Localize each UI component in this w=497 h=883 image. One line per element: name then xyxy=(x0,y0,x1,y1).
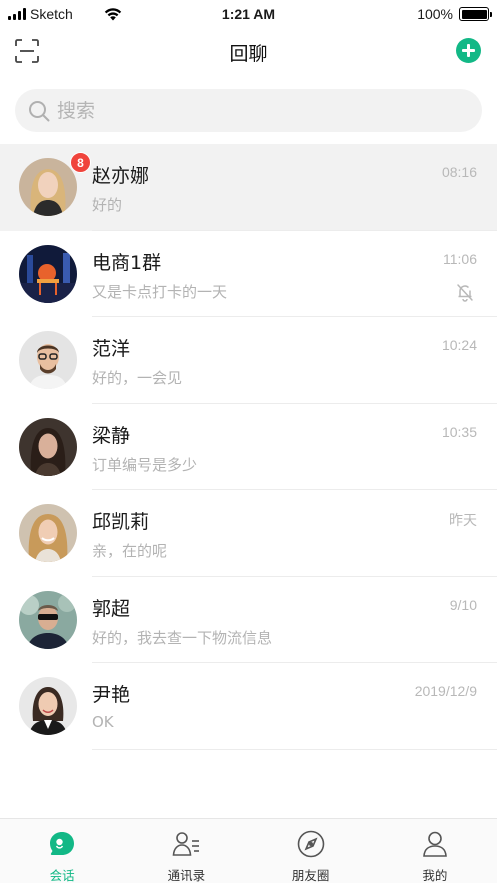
chat-item[interactable]: 邱凯莉 亲，在的呢 昨天 xyxy=(0,490,497,577)
chat-time: 11:06 xyxy=(443,250,477,267)
chat-last-message: 好的 xyxy=(92,196,123,214)
chat-time: 9/10 xyxy=(449,596,477,613)
chat-time: 08:16 xyxy=(441,164,477,180)
chat-last-message: 订单编号是多少 xyxy=(92,455,198,474)
status-bar: Sketch 1:21 AM 100% xyxy=(0,0,497,28)
plus-circle-icon[interactable] xyxy=(456,38,481,63)
chat-name: 范洋 xyxy=(92,338,131,360)
search-input[interactable] xyxy=(57,89,457,132)
mute-bell-icon xyxy=(457,283,473,302)
tab-label: 朋友圈 xyxy=(291,868,330,883)
contacts-icon xyxy=(173,832,200,856)
chat-item[interactable]: 范洋 好的，一会见 10:24 xyxy=(0,317,497,404)
avatar xyxy=(19,331,77,389)
chat-item[interactable]: 郭超 好的，我去查一下物流信息 9/10 xyxy=(0,577,497,663)
chat-name: 邱凯莉 xyxy=(92,511,150,533)
battery-fill xyxy=(461,9,487,19)
chat-last-message: 又是卡点打卡的一天 xyxy=(92,282,228,301)
chat-name: 郭超 xyxy=(92,597,131,620)
unread-badge: 8 xyxy=(70,152,91,173)
chat-last-message: OK xyxy=(92,713,114,731)
avatar xyxy=(19,244,77,303)
chat-time: 昨天 xyxy=(449,512,477,528)
battery-icon xyxy=(459,7,492,21)
chat-item[interactable]: 电商1群 又是卡点打卡的一天 11:06 xyxy=(0,231,497,317)
chat-item[interactable]: 梁静 订单编号是多少 10:35 xyxy=(0,404,497,490)
avatar xyxy=(19,417,77,476)
tab-label: 会话 xyxy=(49,868,75,883)
chat-list: 8 赵亦娜 好的 08:16 电商1群 又是卡点打卡的一天 11:06 范洋 好… xyxy=(0,144,497,750)
chat-last-message: 好的，我去查一下物流信息 xyxy=(92,628,273,647)
status-right: 100% xyxy=(417,5,492,23)
chat-time: 10:35 xyxy=(441,423,477,440)
tab-moments[interactable]: 朋友圈 xyxy=(249,819,373,883)
tab-contacts[interactable]: 通讯录 xyxy=(124,819,248,883)
chat-name: 梁静 xyxy=(92,424,131,447)
tab-label: 我的 xyxy=(422,868,448,883)
chat-item[interactable]: 8 赵亦娜 好的 08:16 xyxy=(0,144,497,231)
avatar xyxy=(19,504,77,562)
chat-last-message: 好的，一会见 xyxy=(92,369,183,387)
battery-percentage: 100% xyxy=(417,6,453,22)
tab-bar: 会话 通讯录 朋友圈 我的 xyxy=(0,818,497,883)
tab-chats[interactable]: 会话 xyxy=(0,819,124,883)
chat-bubble-icon xyxy=(50,832,75,855)
chat-time: 10:24 xyxy=(441,337,477,353)
avatar xyxy=(19,677,77,735)
chat-name: 赵亦娜 xyxy=(92,165,150,187)
divider xyxy=(92,748,497,750)
search-icon xyxy=(29,101,50,122)
chat-time: 2019/12/9 xyxy=(414,683,477,699)
chat-name: 尹艳 xyxy=(92,684,131,706)
avatar xyxy=(19,590,77,649)
person-icon xyxy=(423,831,447,857)
nav-bar: 回聊 xyxy=(0,28,497,74)
page-title: 回聊 xyxy=(229,43,268,65)
tab-label: 通讯录 xyxy=(167,868,206,883)
search-bar[interactable] xyxy=(15,89,482,132)
tab-me[interactable]: 我的 xyxy=(373,819,497,883)
chat-item[interactable]: 尹艳 OK 2019/12/9 xyxy=(0,663,497,750)
compass-icon xyxy=(297,830,324,858)
chat-last-message: 亲，在的呢 xyxy=(92,542,168,560)
chat-name: 电商1群 xyxy=(92,251,162,274)
avatar xyxy=(19,158,77,216)
